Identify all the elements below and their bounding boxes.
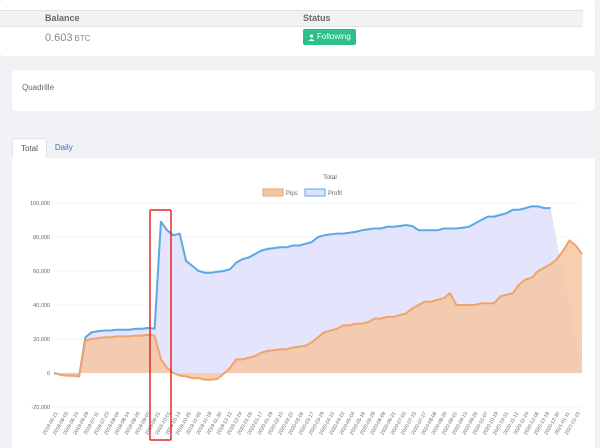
strategy-name: Quadrille <box>22 83 55 92</box>
legend-label-profit[interactable]: Profit <box>328 191 342 197</box>
tab-total[interactable]: Total <box>12 138 47 159</box>
legend-swatch-profit <box>304 188 326 197</box>
user-icon <box>308 33 315 41</box>
chart-card: Total Pips Profit 100,000 80,000 60,000 40,… <box>12 158 595 448</box>
x-axis-ticks: 2019-05-212019-06-032019-06-152019-06-29… <box>42 411 582 436</box>
chart-title: Total <box>323 174 337 181</box>
strategy-card: Quadrille <box>12 70 595 111</box>
balance-unit: BTC <box>74 34 91 43</box>
y-tick-label: 80,000 <box>33 235 50 241</box>
balance-value: 0.603 <box>45 32 73 44</box>
chart-tabs: Total Daily <box>12 138 81 159</box>
legend-label-pips[interactable]: Pips <box>286 191 298 197</box>
tab-daily[interactable]: Daily <box>47 138 81 159</box>
y-axis-ticks: 100,000 80,000 60,000 40,000 20,000 0 -20,000 <box>30 201 50 411</box>
performance-chart: Total Pips Profit 100,000 80,000 60,000 40,… <box>30 174 583 441</box>
y-tick-label: 100,000 <box>30 201 50 207</box>
y-tick-label: 0 <box>47 371 50 377</box>
table-header: Balance Status <box>0 10 583 27</box>
balance-card: Balance Status 0.603 BTC Following <box>0 0 595 56</box>
y-tick-label: 20,000 <box>33 337 50 343</box>
plot-area <box>53 205 583 381</box>
status-label: Following <box>317 32 351 41</box>
balance-cell: 0.603 BTC <box>45 32 91 44</box>
balance-column-header: Balance <box>45 13 80 23</box>
status-column-header: Status <box>303 13 331 23</box>
chart-legend: Pips Profit <box>262 188 342 197</box>
status-badge[interactable]: Following <box>303 29 356 45</box>
y-tick-label: 60,000 <box>33 269 50 275</box>
legend-swatch-pips <box>262 188 284 197</box>
y-tick-label: -20,000 <box>31 405 50 411</box>
y-tick-label: 40,000 <box>33 303 50 309</box>
